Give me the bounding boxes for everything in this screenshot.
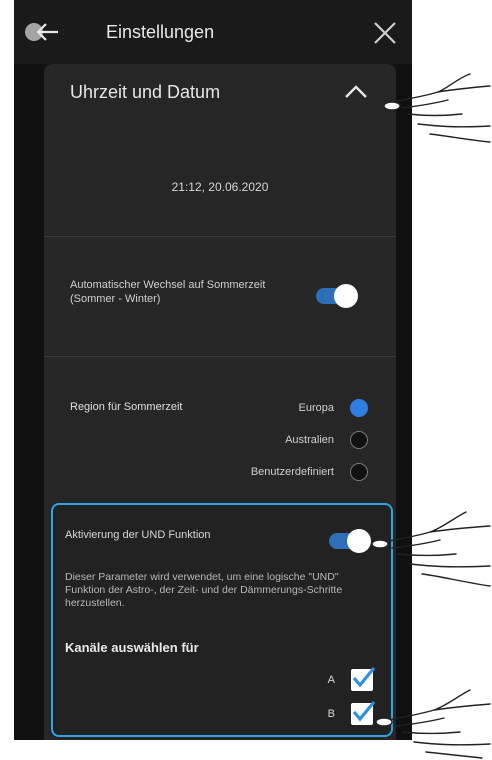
channel-label: A <box>327 674 335 686</box>
section-title: Uhrzeit und Datum <box>70 82 221 102</box>
close-icon[interactable] <box>372 20 398 46</box>
radio-button[interactable] <box>350 431 368 449</box>
radio-label: Europa <box>298 402 334 414</box>
radio-button[interactable] <box>350 463 368 481</box>
arrow-left-icon[interactable] <box>24 18 64 46</box>
channel-b-row[interactable]: B <box>327 700 376 725</box>
radio-button[interactable] <box>350 399 368 417</box>
pointing-hand-icon <box>371 511 491 587</box>
pointing-hand-icon <box>375 689 491 759</box>
section-header-time-date[interactable]: Uhrzeit und Datum <box>44 64 396 120</box>
region-label: Region für Sommerzeit <box>70 401 183 413</box>
channels-title: Kanäle auswählen für <box>65 640 199 655</box>
und-function-description: Dieser Parameter wird verwendet, um eine… <box>65 571 343 609</box>
channel-b-checkbox[interactable] <box>351 700 376 725</box>
und-function-label: Aktivierung der UND Funktion <box>65 529 211 541</box>
und-function-highlight: Aktivierung der UND Funktion Dieser Para… <box>51 503 393 737</box>
chevron-up-icon[interactable] <box>344 82 368 100</box>
channel-label: B <box>327 708 335 720</box>
radio-option-benutzerdefiniert[interactable]: Benutzerdefiniert <box>251 462 368 482</box>
toggle-knob <box>334 284 358 308</box>
auto-dst-label: Automatischer Wechsel auf Sommerzeit (So… <box>70 279 266 305</box>
radio-option-australien[interactable]: Australien <box>285 430 368 450</box>
top-bar: Einstellungen <box>14 0 412 64</box>
radio-option-europa[interactable]: Europa <box>299 398 368 418</box>
divider <box>44 356 396 357</box>
auto-dst-toggle[interactable] <box>316 284 358 308</box>
radio-label: Australien <box>285 434 334 446</box>
datetime-value: 21:12, 20.06.2020 <box>171 180 269 194</box>
divider <box>44 236 396 237</box>
channel-a-checkbox[interactable] <box>351 666 376 691</box>
pointing-hand-icon <box>383 73 491 143</box>
page-title: Einstellungen <box>106 22 215 42</box>
radio-label: Benutzerdefiniert <box>250 466 334 478</box>
und-function-toggle[interactable] <box>329 529 371 553</box>
channel-a-row[interactable]: A <box>327 666 376 691</box>
